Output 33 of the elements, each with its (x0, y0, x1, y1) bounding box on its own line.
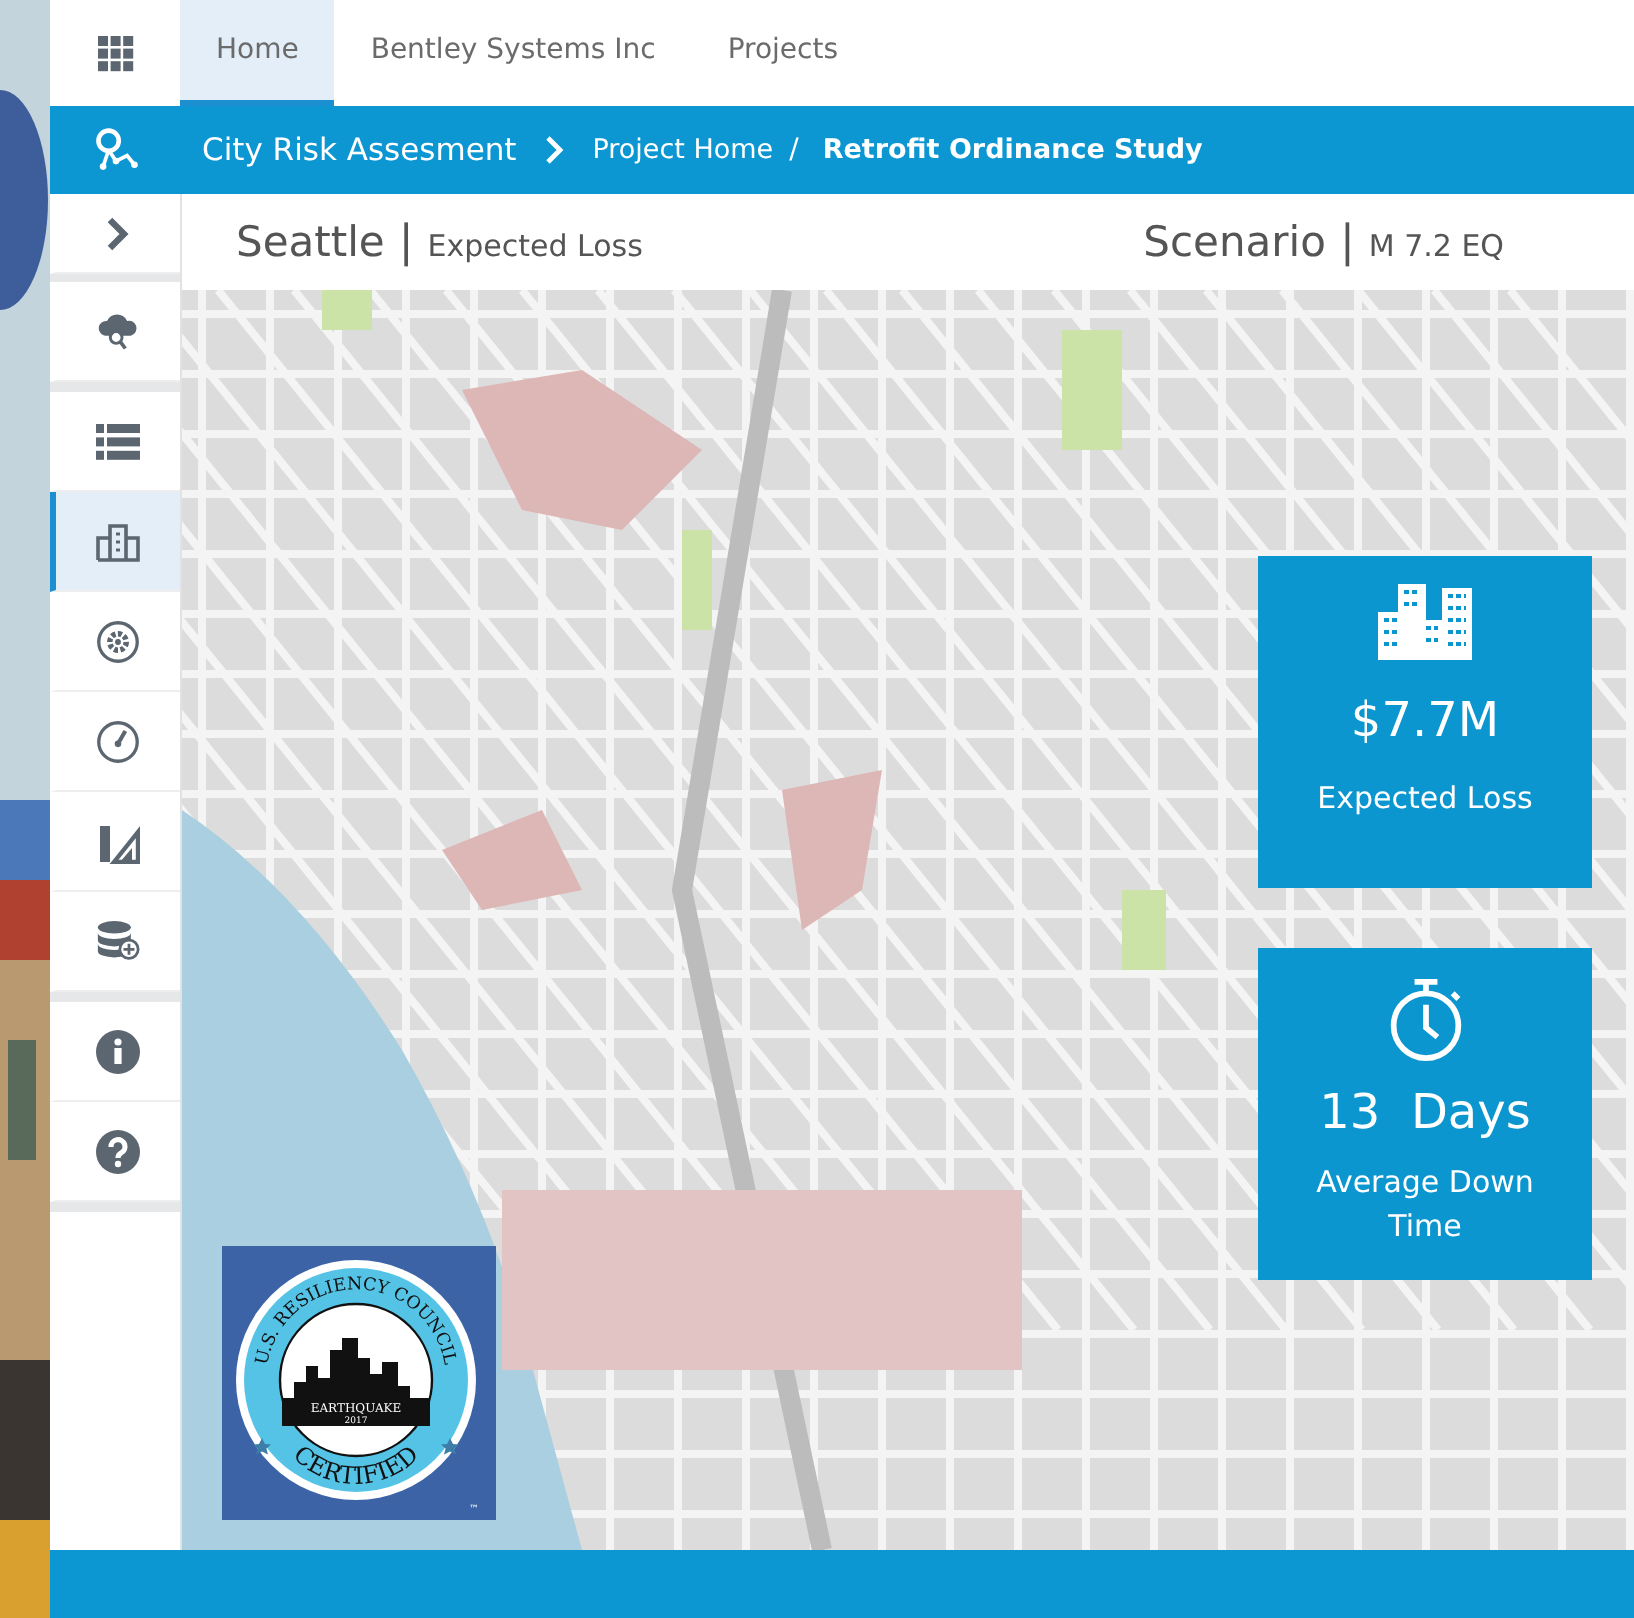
title-divider: | (1339, 217, 1355, 267)
nav-tab[interactable]: Bentley Systems Inc (334, 0, 692, 106)
apps-grid-icon[interactable] (97, 35, 133, 71)
scenario-value: M 7.2 EQ (1368, 227, 1504, 263)
breadcrumb-link[interactable]: Retrofit Ordinance Study (822, 134, 1203, 166)
breadcrumb-separator: / (789, 134, 799, 166)
badge-text: CERTIFIED (288, 1440, 424, 1491)
database-add-icon (96, 920, 140, 962)
stopwatch-icon (1385, 976, 1465, 1064)
app-title[interactable]: City Risk Assesment (202, 132, 517, 168)
chevron-right-icon (106, 215, 130, 251)
metric-title: Expected Loss (427, 227, 643, 263)
network-figure-icon[interactable] (91, 126, 139, 174)
scenario-label: Scenario (1143, 217, 1326, 265)
city-title: Seattle (236, 217, 385, 265)
nav-tab[interactable]: Home (180, 0, 335, 106)
metric-label: Average Down Time (1314, 1162, 1536, 1248)
metric-value: 13 Days (1319, 1084, 1531, 1140)
nav-tab[interactable]: Projects (691, 0, 875, 106)
sidebar-button[interactable] (50, 492, 180, 592)
metric-value: $7.7M (1350, 692, 1500, 748)
buildings-icon (1377, 584, 1473, 660)
title-divider: | (398, 217, 414, 267)
info-icon (96, 1029, 140, 1073)
chevron-right-icon (544, 134, 565, 166)
gear-icon (96, 619, 140, 663)
help-icon (96, 1129, 140, 1173)
buildings-icon (96, 521, 140, 561)
list-icon (96, 423, 140, 459)
breadcrumb-link[interactable]: Project Home (592, 134, 774, 166)
metric-label: Expected Loss (1315, 778, 1535, 820)
gauge-icon (96, 719, 140, 763)
cloud-search-icon (96, 310, 140, 352)
